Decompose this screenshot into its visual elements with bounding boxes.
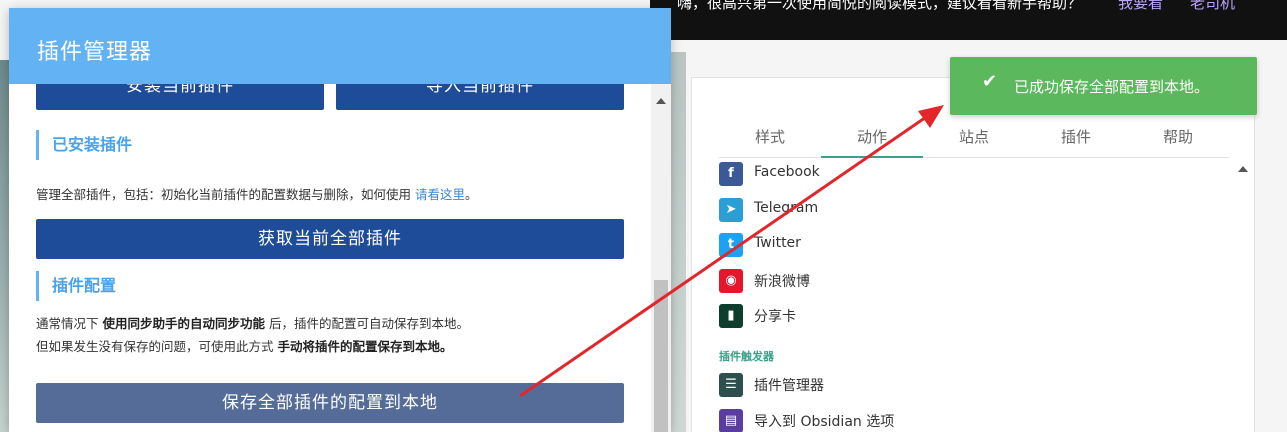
fetch-all-plugins-button[interactable]: 获取当前全部插件: [36, 219, 624, 259]
tab-site[interactable]: 站点: [923, 118, 1025, 158]
share-card-icon: ▮: [719, 304, 743, 328]
banner-help-link[interactable]: 我要看: [1118, 0, 1163, 13]
list-item-telegram[interactable]: ➤ Telegram: [719, 198, 1219, 222]
config-line2-a: 但如果发生没有保存的问题，可使用此方式: [36, 339, 274, 354]
list-item-weibo[interactable]: ◉ 新浪微博: [719, 269, 1219, 293]
plugin-manager-dialog: 插件管理器 安装当前插件 导入当前插件 已安装插件 管理全部插件，包括：初始化当…: [9, 8, 671, 432]
list-item-label: Twitter: [754, 235, 801, 251]
plugin-config-description-line2: 但如果发生没有保存的问题，可使用此方式 手动将插件的配置保存到本地。: [36, 335, 453, 358]
dialog-header: 插件管理器: [9, 8, 671, 84]
list-icon: ☰: [719, 373, 743, 397]
list-item-label: 插件管理器: [754, 378, 824, 394]
config-line1-a: 通常情况下: [36, 316, 99, 331]
tab-style[interactable]: 样式: [719, 118, 821, 158]
plugin-config-heading: 插件配置: [36, 271, 116, 301]
list-item-label: Facebook: [754, 164, 820, 180]
installed-plugins-heading: 已安装插件: [36, 130, 132, 160]
banner-text: 嗨，很高兴第一次使用简悦的阅读模式，建议看看新手帮助？: [677, 0, 1083, 12]
list-item-plugin-manager[interactable]: ☰ 插件管理器: [719, 373, 1219, 397]
list-item-label: 新浪微博: [754, 274, 810, 290]
success-toast: ✔ 已成功保存全部配置到本地。: [950, 57, 1257, 115]
obsidian-icon: ▤: [719, 409, 743, 432]
toast-text: 已成功保存全部配置到本地。: [1014, 78, 1210, 96]
save-all-config-button[interactable]: 保存全部插件的配置到本地: [36, 383, 624, 423]
dialog-scrollbar[interactable]: [651, 84, 671, 432]
installed-desc-text: 管理全部插件，包括：初始化当前插件的配置数据与删除，如何使用: [36, 187, 412, 202]
plugin-config-description-line1: 通常情况下 使用同步助手的自动同步功能 后，插件的配置可自动保存到本地。: [36, 312, 469, 335]
action-list: f Facebook ➤ Telegram t Twitter ◉ 新浪微博 ▮…: [719, 158, 1229, 432]
install-plugin-button[interactable]: 安装当前插件: [36, 84, 324, 110]
list-item-facebook[interactable]: f Facebook: [719, 162, 1219, 186]
tab-help[interactable]: 帮助: [1127, 118, 1229, 158]
weibo-icon: ◉: [719, 269, 743, 293]
installed-plugins-description: 管理全部插件，包括：初始化当前插件的配置数据与删除，如何使用 请看这里。: [36, 183, 478, 206]
list-item-label: 分享卡: [754, 309, 796, 325]
facebook-icon: f: [719, 162, 743, 186]
list-item-label: 导入到 Obsidian 选项: [754, 414, 895, 430]
config-line1-c: 后，插件的配置可自动保存到本地。: [269, 316, 470, 331]
banner-veteran-link[interactable]: 老司机: [1190, 0, 1235, 13]
telegram-icon: ➤: [719, 198, 743, 222]
panel-tabs: 样式 动作 站点 插件 帮助: [719, 118, 1229, 158]
tab-plugin[interactable]: 插件: [1025, 118, 1127, 158]
tab-action[interactable]: 动作: [821, 118, 923, 158]
scroll-thumb[interactable]: [654, 280, 668, 432]
list-item-twitter[interactable]: t Twitter: [719, 233, 1219, 257]
config-line2-b: 手动将插件的配置保存到本地。: [277, 339, 453, 354]
panel-scroll-up-icon[interactable]: [1238, 166, 1248, 172]
config-line1-b: 使用同步助手的自动同步功能: [102, 316, 266, 331]
dialog-body: 安装当前插件 导入当前插件 已安装插件 管理全部插件，包括：初始化当前插件的配置…: [9, 84, 651, 432]
list-item-obsidian[interactable]: ▤ 导入到 Obsidian 选项: [719, 409, 1219, 432]
import-plugin-button[interactable]: 导入当前插件: [336, 84, 624, 110]
plugin-triggers-group-title: 插件触发器: [719, 350, 774, 363]
check-icon: ✔: [982, 71, 998, 92]
welcome-banner: 嗨，很高兴第一次使用简悦的阅读模式，建议看看新手帮助？ 我要看 老司机: [650, 0, 1287, 40]
help-link[interactable]: 请看这里: [415, 187, 465, 202]
list-item-share-card[interactable]: ▮ 分享卡: [719, 304, 1219, 328]
twitter-icon: t: [719, 233, 743, 257]
reader-settings-panel: 样式 动作 站点 插件 帮助 f Facebook ➤ Telegram t T…: [691, 77, 1255, 432]
dialog-title: 插件管理器: [37, 40, 153, 65]
list-item-label: Telegram: [754, 200, 819, 216]
scroll-up-arrow-icon[interactable]: [656, 98, 666, 104]
installed-desc-suffix: 。: [465, 187, 478, 202]
